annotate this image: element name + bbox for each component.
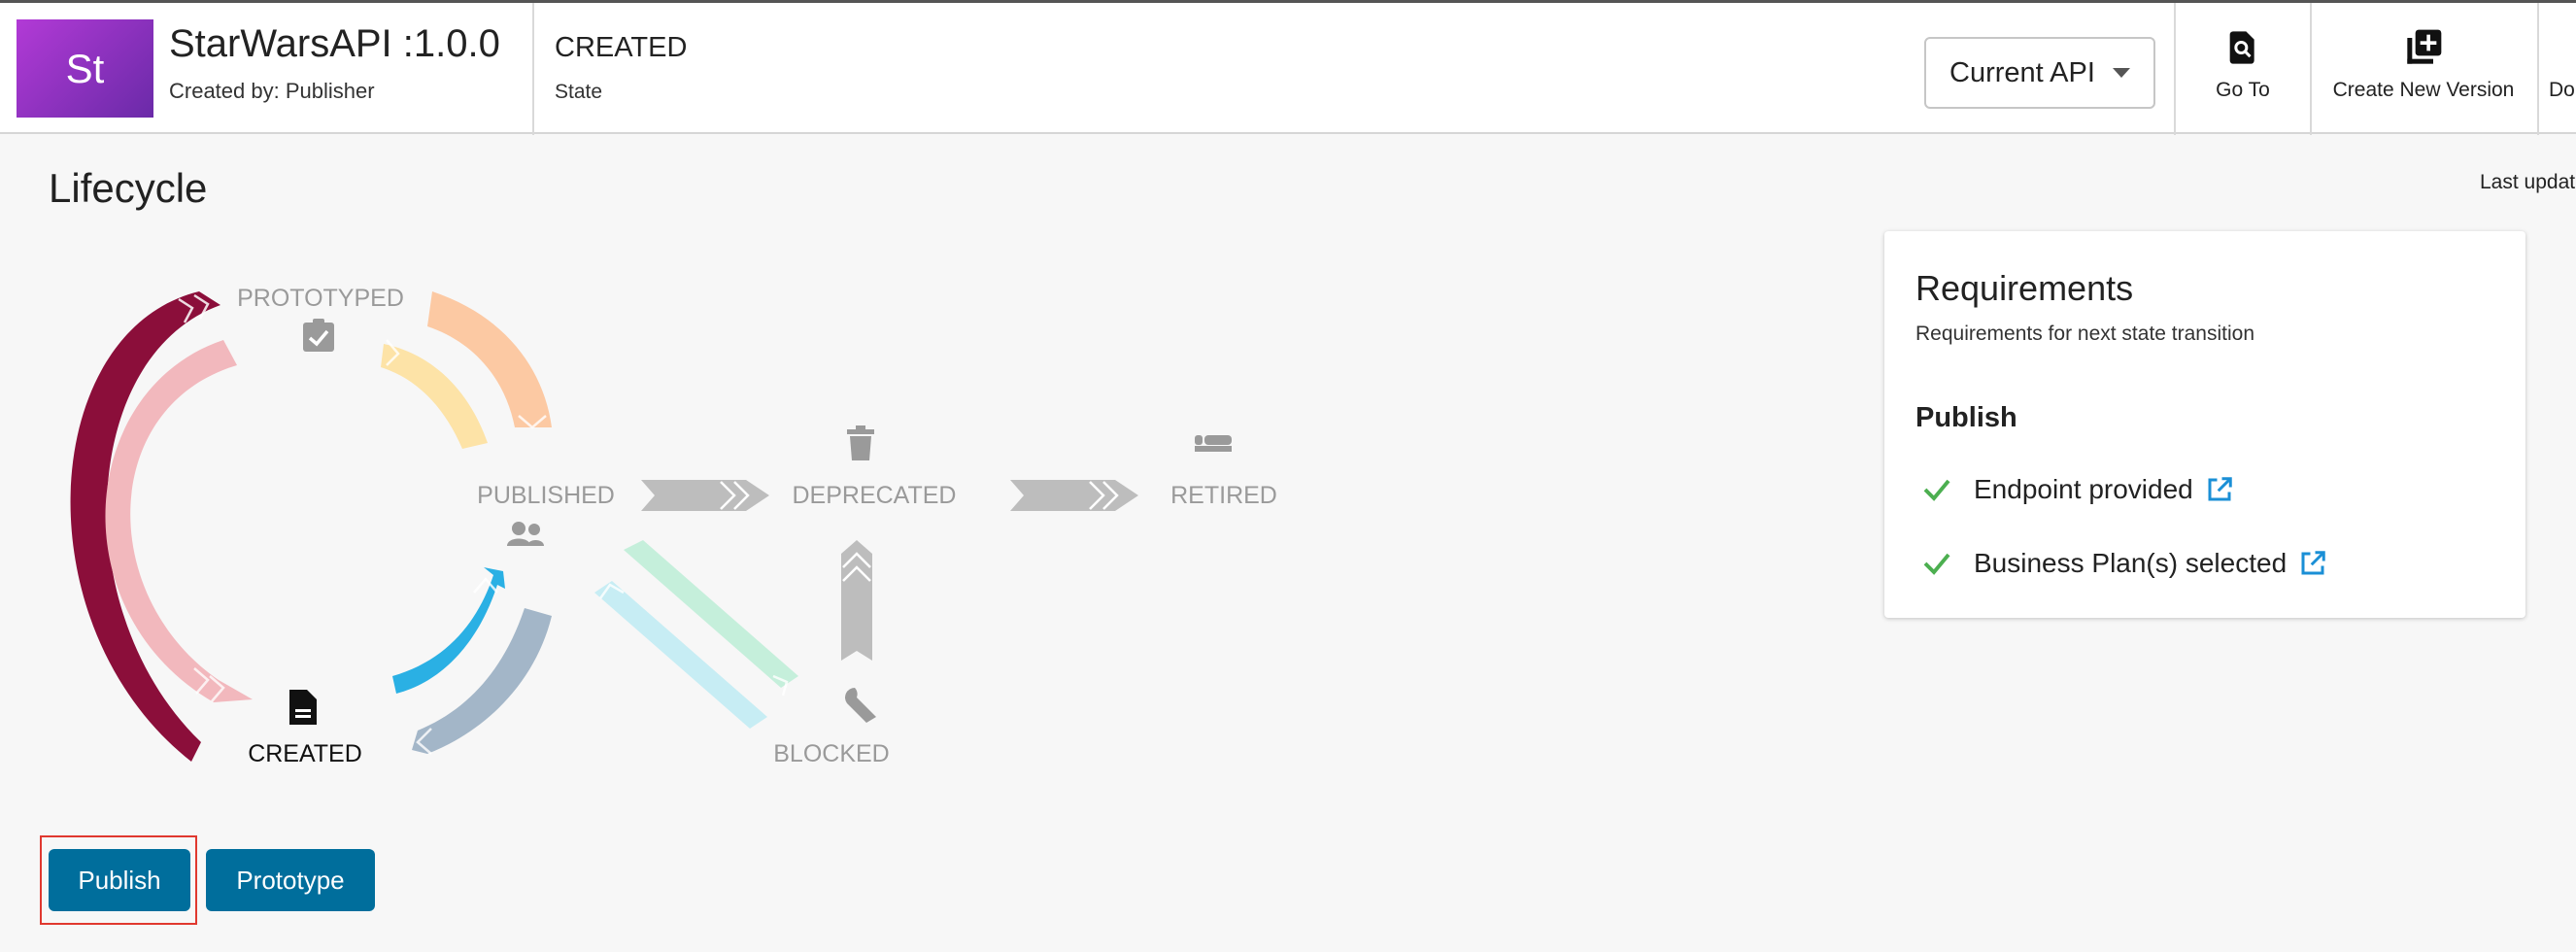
api-avatar: St <box>17 19 153 118</box>
arrow-created-to-published <box>392 567 505 694</box>
last-updated-text: Last updat <box>2480 171 2576 193</box>
prototype-button[interactable]: Prototype <box>206 849 375 911</box>
truncated-action-button[interactable]: Do <box>2549 3 2576 135</box>
check-icon <box>1923 479 1950 501</box>
publish-button[interactable]: Publish <box>49 849 190 911</box>
requirements-subtitle: Requirements for next state transition <box>1915 323 2255 345</box>
version-select-value: Current API <box>1949 56 2095 88</box>
requirement-item: Business Plan(s) selected <box>1919 544 2327 583</box>
published-icon <box>507 522 544 546</box>
open-in-new-icon[interactable] <box>2205 475 2234 504</box>
arrow-blocked-to-published <box>624 540 798 688</box>
truncated-action-label: Do <box>2549 79 2575 101</box>
state-prototyped-label: PROTOTYPED <box>237 285 404 312</box>
open-in-new-icon[interactable] <box>2298 549 2327 578</box>
divider <box>532 3 534 135</box>
api-avatar-text: St <box>65 45 105 91</box>
check-icon <box>1923 553 1950 575</box>
requirements-card: Requirements Requirements for next state… <box>1884 231 2525 618</box>
created-icon <box>289 690 317 725</box>
requirement-label: Endpoint provided <box>1974 474 2193 504</box>
state-deprecated-label: DEPRECATED <box>792 482 956 509</box>
go-to-button[interactable]: Go To <box>2176 3 2310 135</box>
requirements-section-title: Publish <box>1915 402 2017 433</box>
retired-icon <box>1195 435 1232 452</box>
state-retired-label: RETIRED <box>1170 482 1277 509</box>
go-to-label: Go To <box>2216 79 2270 101</box>
caret-down-icon <box>2113 68 2130 78</box>
state-created-label: CREATED <box>248 740 362 767</box>
create-new-version-button[interactable]: Create New Version <box>2312 3 2535 135</box>
create-new-version-label: Create New Version <box>2332 79 2515 101</box>
state-value: CREATED <box>555 32 688 63</box>
version-select[interactable]: Current API <box>1924 37 2155 109</box>
api-created-by: Created by: Publisher <box>169 79 375 103</box>
blocked-icon <box>845 688 876 723</box>
deprecated-icon <box>847 425 874 460</box>
state-label: State <box>555 81 603 103</box>
arrow-blocked-to-deprecated <box>841 540 872 661</box>
find-in-page-icon <box>2229 31 2254 64</box>
requirement-label: Business Plan(s) selected <box>1974 548 2288 578</box>
requirements-title: Requirements <box>1915 268 2134 308</box>
state-published-label: PUBLISHED <box>477 482 615 509</box>
arrow-published-to-prototyped <box>381 344 488 449</box>
prototyped-icon <box>303 319 334 352</box>
api-name: StarWarsAPI :1.0.0 <box>169 22 500 65</box>
arrow-deprecated-to-retired <box>1010 480 1138 511</box>
requirement-item: Endpoint provided <box>1919 470 2234 509</box>
arrow-published-to-deprecated <box>641 480 769 511</box>
library-add-icon <box>2407 29 2442 64</box>
lifecycle-diagram: PROTOTYPED PUBLISHED DEPRECATED RETIRED … <box>70 285 1277 767</box>
arrow-published-to-created <box>412 608 552 754</box>
state-blocked-label: BLOCKED <box>773 740 889 767</box>
divider <box>2537 3 2539 135</box>
arrow-published-to-blocked <box>594 581 767 729</box>
top-bar: St StarWarsAPI :1.0.0 Created by: Publis… <box>0 0 2576 135</box>
